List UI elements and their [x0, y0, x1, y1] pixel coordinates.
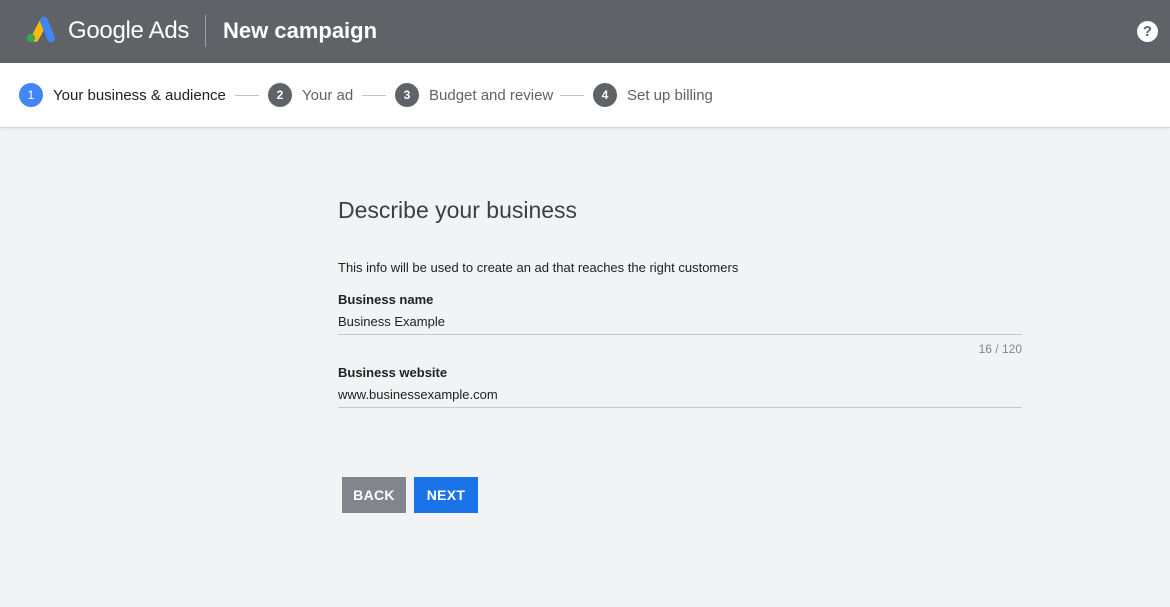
form-description: This info will be used to create an ad t… — [338, 260, 739, 275]
step-number: 3 — [395, 83, 419, 107]
character-counter: 16 / 120 — [978, 342, 1022, 356]
business-name-input[interactable] — [338, 309, 1022, 335]
step-connector — [362, 95, 386, 96]
step-label: Your business & audience — [53, 86, 226, 104]
campaign-stepper: 1 Your business & audience 2 Your ad 3 B… — [0, 63, 1170, 128]
help-icon[interactable]: ? — [1137, 21, 1158, 42]
step-number: 4 — [593, 83, 617, 107]
step-connector — [235, 95, 259, 96]
top-bar: Google Ads New campaign ? — [0, 0, 1170, 63]
step-number: 1 — [19, 83, 43, 107]
brand-name: Google Ads — [68, 17, 190, 44]
step-your-ad[interactable]: 2 Your ad — [268, 83, 353, 107]
google-ads-logo-icon[interactable] — [24, 16, 56, 44]
step-label: Budget and review — [429, 86, 554, 104]
business-website-label: Business website — [338, 365, 448, 380]
step-your-business[interactable]: 1 Your business & audience — [19, 83, 226, 107]
page-title: New campaign — [223, 18, 378, 43]
header-divider — [205, 15, 206, 47]
section-title: Describe your business — [338, 197, 578, 223]
step-connector — [560, 95, 584, 96]
step-budget-and-review[interactable]: 3 Budget and review — [395, 83, 553, 107]
business-name-label: Business name — [338, 292, 434, 307]
step-number: 2 — [268, 83, 292, 107]
back-button[interactable]: BACK — [342, 477, 406, 513]
next-button[interactable]: NEXT — [414, 477, 478, 513]
step-label: Your ad — [302, 86, 354, 104]
business-website-input[interactable] — [338, 382, 1022, 408]
step-set-up-billing[interactable]: 4 Set up billing — [593, 83, 713, 107]
step-label: Set up billing — [627, 86, 713, 104]
